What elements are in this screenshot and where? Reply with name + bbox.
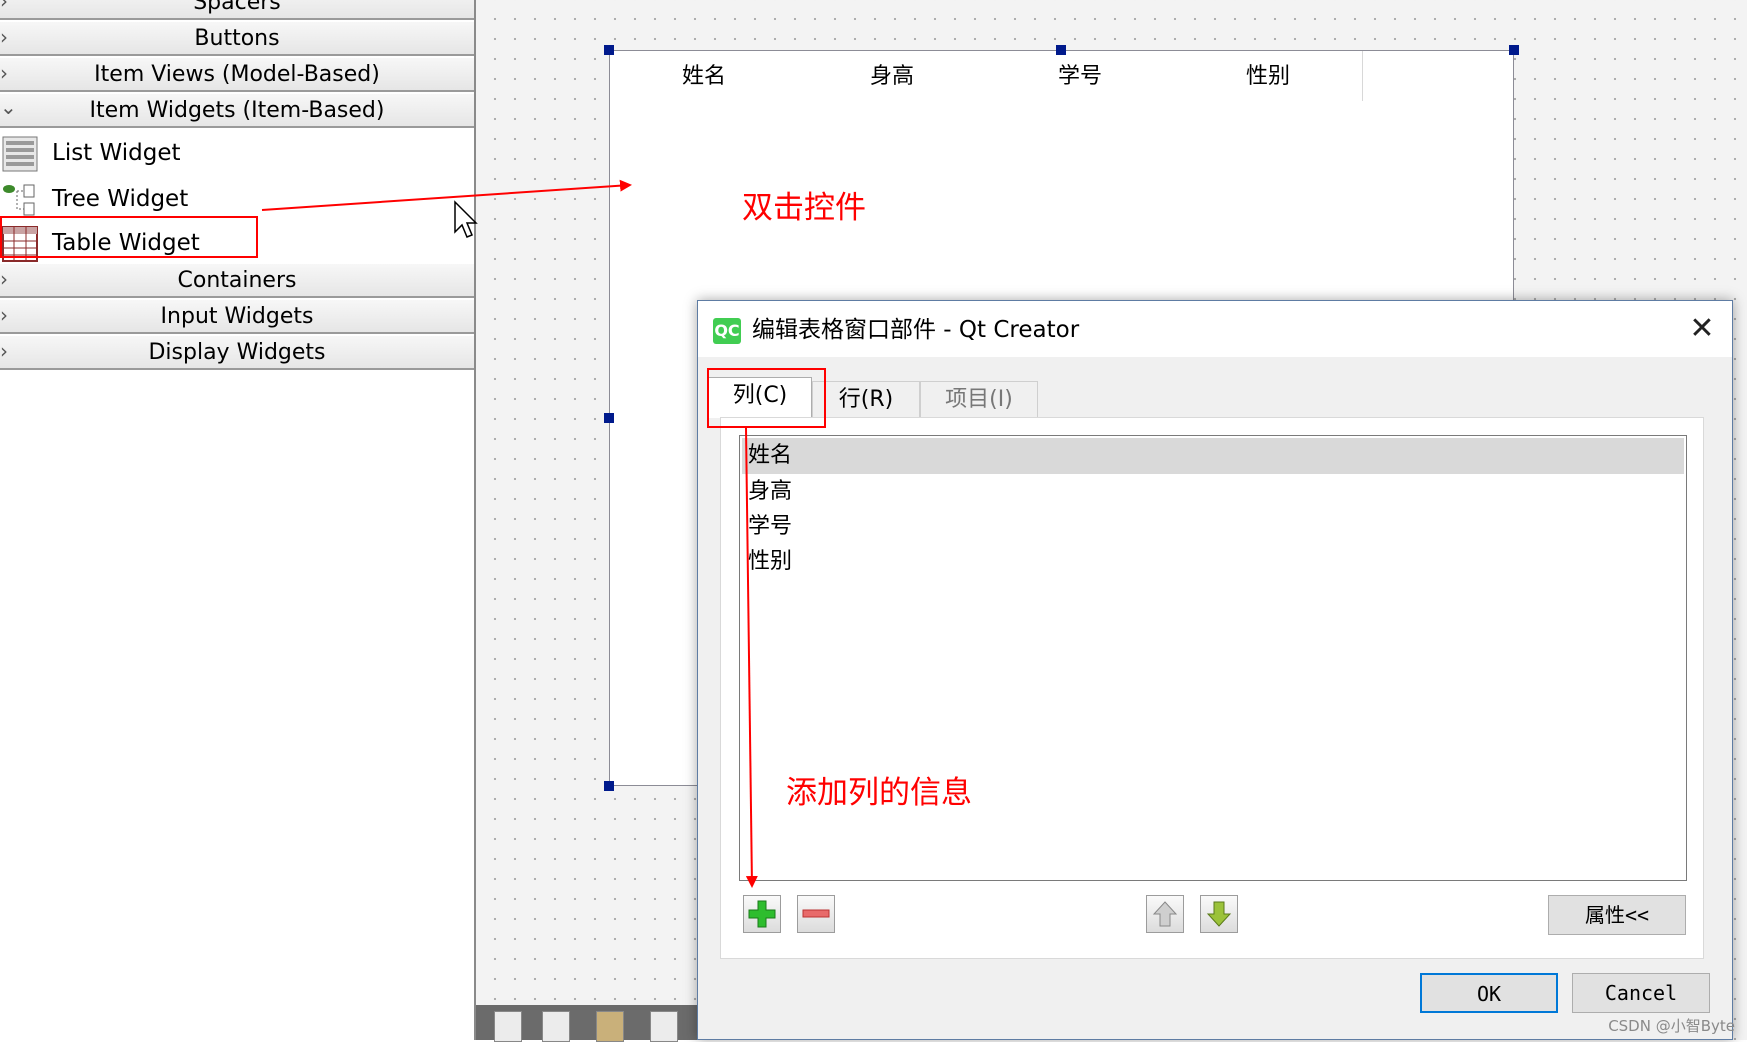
tree-widget-label: Tree Widget [52, 186, 189, 212]
highlight-columns-tab [707, 368, 826, 428]
ok-button[interactable]: OK [1420, 973, 1558, 1013]
list-item[interactable]: 姓名 [742, 438, 1684, 474]
dialog-titlebar[interactable]: QC 编辑表格窗口部件 - Qt Creator ✕ [698, 301, 1732, 357]
resize-handle[interactable] [604, 413, 614, 423]
category-label: Item Widgets (Item-Based) [89, 98, 385, 123]
category-containers[interactable]: › Containers [0, 264, 474, 298]
move-down-button[interactable] [1200, 895, 1238, 933]
table-header: 性别 [1174, 51, 1363, 101]
category-label: Item Views (Model-Based) [94, 62, 380, 87]
category-label: Buttons [194, 26, 280, 51]
category-buttons[interactable]: › Buttons [0, 22, 474, 56]
add-column-button[interactable] [743, 895, 781, 933]
category-label: Containers [177, 268, 297, 293]
watermark: CSDN @小智Byte [1608, 1017, 1735, 1035]
category-spacers[interactable]: › Spacers [0, 0, 474, 20]
annotation-add-column-info: 添加列的信息 [786, 775, 972, 811]
widget-box-panel: › Spacers › Buttons › Item Views (Model-… [0, 0, 476, 1040]
table-header: 学号 [986, 51, 1175, 101]
table-header: 姓名 [610, 51, 799, 101]
category-item-views[interactable]: › Item Views (Model-Based) [0, 58, 474, 92]
cancel-button[interactable]: Cancel [1572, 973, 1710, 1013]
list-item[interactable]: 学号 [742, 509, 1684, 545]
dialog-title: 编辑表格窗口部件 - Qt Creator [752, 317, 1080, 343]
category-item-widgets[interactable]: ⌄ Item Widgets (Item-Based) [0, 94, 474, 128]
tab-rows[interactable]: 行(R) [812, 381, 920, 417]
new-file-icon[interactable] [494, 1011, 522, 1042]
bottom-toolbar [476, 1005, 698, 1042]
list-item[interactable]: 性别 [742, 544, 1684, 580]
arrow-down-icon [1206, 901, 1232, 927]
remove-column-button[interactable] [797, 895, 835, 933]
properties-button[interactable]: 属性<< [1548, 895, 1686, 935]
category-label: Display Widgets [148, 340, 326, 365]
table-header: 身高 [798, 51, 987, 101]
annotation-double-click: 双击控件 [742, 190, 866, 226]
delete-icon[interactable] [650, 1011, 678, 1042]
category-label: Input Widgets [160, 304, 314, 329]
resize-handle[interactable] [604, 781, 614, 791]
edit-table-widget-dialog: QC 编辑表格窗口部件 - Qt Creator ✕ 列(C) 行(R) 项目(… [697, 300, 1733, 1040]
resize-handle[interactable] [1509, 45, 1519, 55]
arrow-up-icon [1152, 901, 1178, 927]
tab-items[interactable]: 项目(I) [920, 381, 1038, 417]
column-list[interactable]: 姓名 身高 学号 性别 [739, 435, 1687, 881]
resize-handle[interactable] [1056, 45, 1066, 55]
highlight-table-widget [0, 216, 258, 258]
close-button[interactable]: ✕ [1680, 309, 1724, 349]
minus-icon [802, 909, 830, 918]
category-input-widgets[interactable]: › Input Widgets [0, 300, 474, 334]
edit-icon[interactable] [596, 1011, 624, 1042]
category-display-widgets[interactable]: › Display Widgets [0, 336, 474, 370]
tree-widget-icon [3, 184, 35, 216]
list-widget-icon [2, 136, 38, 172]
move-up-button[interactable] [1146, 895, 1184, 933]
plus-icon [748, 900, 776, 928]
list-widget-item[interactable]: List Widget [0, 132, 474, 176]
qt-creator-logo: QC [713, 318, 741, 344]
list-item[interactable]: 身高 [742, 474, 1684, 510]
list-widget-label: List Widget [52, 140, 181, 166]
copy-icon[interactable] [542, 1011, 570, 1042]
resize-handle[interactable] [604, 45, 614, 55]
mouse-cursor-icon [454, 200, 478, 238]
category-label: Spacers [193, 0, 281, 15]
